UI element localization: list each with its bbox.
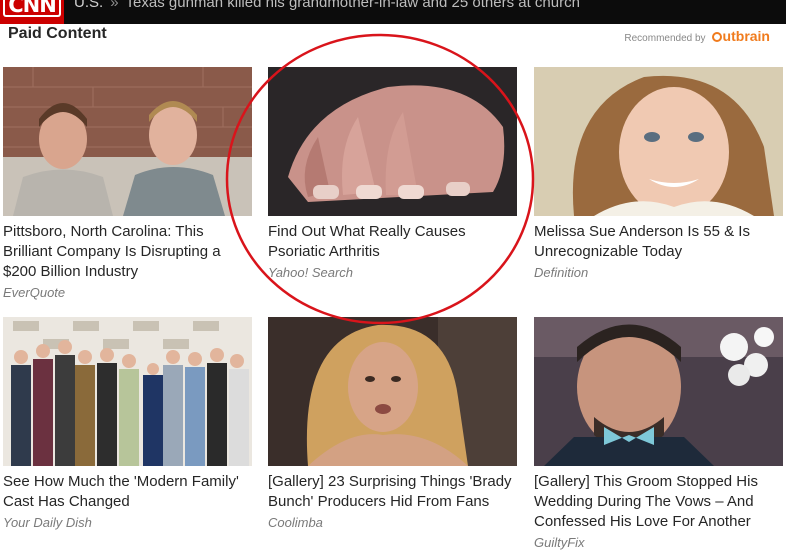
content-card[interactable]: Melissa Sue Anderson Is 55 & Is Unrecogn… <box>534 67 783 280</box>
recommended-by-label: Recommended by <box>624 33 706 44</box>
card-title[interactable]: See How Much the 'Modern Family' Cast Ha… <box>3 472 252 512</box>
content-card[interactable]: [Gallery] 23 Surprising Things 'Brady Bu… <box>268 317 517 530</box>
paid-content-header: Paid Content Recommended by utbrain <box>0 24 786 50</box>
card-source: EverQuote <box>3 285 66 300</box>
card-thumbnail[interactable] <box>268 67 517 216</box>
paid-content-title: Paid Content <box>8 25 107 42</box>
two-men-photo <box>3 67 252 216</box>
card-title[interactable]: Melissa Sue Anderson Is 55 & Is Unrecogn… <box>534 222 783 262</box>
cnn-logo[interactable]: CNN <box>0 0 64 24</box>
modern-family-cast-photo <box>3 317 252 466</box>
outbrain-o-icon <box>711 32 722 42</box>
content-card[interactable]: See How Much the 'Modern Family' Cast Ha… <box>3 317 252 530</box>
card-source: GuiltyFix <box>534 535 585 550</box>
card-thumbnail[interactable] <box>3 317 252 466</box>
content-card[interactable]: Find Out What Really Causes Psoriatic Ar… <box>268 67 517 280</box>
card-source: Yahoo! Search <box>268 265 354 280</box>
card-title[interactable]: [Gallery] This Groom Stopped His Wedding… <box>534 472 783 532</box>
breadcrumb-separator: » <box>110 0 119 11</box>
outbrain-attribution[interactable]: Recommended by utbrain <box>624 28 770 44</box>
content-card[interactable]: Pittsboro, North Carolina: This Brillian… <box>3 67 252 300</box>
card-title[interactable]: Pittsboro, North Carolina: This Brillian… <box>3 222 252 282</box>
smiling-woman-photo <box>534 67 783 216</box>
card-thumbnail[interactable] <box>3 67 252 216</box>
content-card[interactable]: [Gallery] This Groom Stopped His Wedding… <box>534 317 783 550</box>
outbrain-logo-text: utbrain <box>722 28 770 44</box>
breadcrumb-headline-link[interactable]: Texas gunman killed his grandmother-in-l… <box>126 0 580 11</box>
crying-groom-photo <box>534 317 783 466</box>
hand-photo <box>268 67 517 216</box>
card-thumbnail[interactable] <box>268 317 517 466</box>
card-title[interactable]: [Gallery] 23 Surprising Things 'Brady Bu… <box>268 472 517 512</box>
breadcrumb-section-link[interactable]: U.S. <box>74 0 103 11</box>
card-source: Your Daily Dish <box>3 515 92 530</box>
card-thumbnail[interactable] <box>534 317 783 466</box>
top-bar: CNN U.S. » Texas gunman killed his grandmo… <box>0 0 786 24</box>
outbrain-logo: utbrain <box>711 28 770 44</box>
card-source: Definition <box>534 265 589 280</box>
card-source: Coolimba <box>268 515 323 530</box>
card-thumbnail[interactable] <box>534 67 783 216</box>
breadcrumb: U.S. » Texas gunman killed his grandmother… <box>74 0 580 11</box>
card-title[interactable]: Find Out What Really Causes Psoriatic Ar… <box>268 222 517 262</box>
blonde-woman-photo <box>268 317 517 466</box>
